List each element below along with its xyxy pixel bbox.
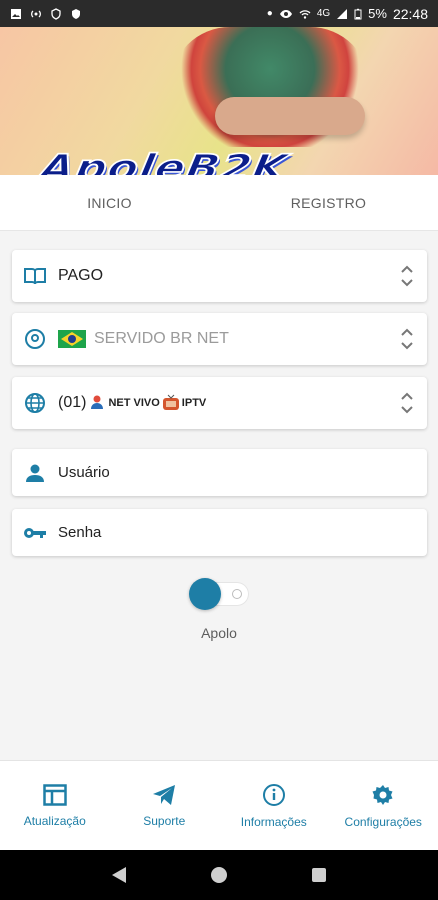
telegram-icon <box>153 784 176 805</box>
toggle-label: Apolo <box>201 625 237 641</box>
back-icon[interactable] <box>111 866 127 884</box>
eye-icon <box>279 9 292 18</box>
network-prefix: (01) <box>58 394 87 411</box>
network-name-1: NET VIVO <box>108 397 160 409</box>
username-input[interactable]: Usuário <box>58 464 110 481</box>
bottom-navigation: Atualização Suporte Informações Configur… <box>0 760 438 850</box>
person-emoji-icon <box>91 395 104 409</box>
server-select[interactable]: SERVIDO BR NET <box>12 313 427 365</box>
info-icon <box>262 783 285 806</box>
tab-registro[interactable]: REGISTRO <box>219 175 438 230</box>
home-icon[interactable] <box>210 866 228 884</box>
brazil-flag-icon <box>58 330 86 348</box>
apolo-toggle[interactable] <box>189 578 249 610</box>
nav-label: Suporte <box>143 813 186 828</box>
nav-informacoes[interactable]: Informações <box>219 761 329 850</box>
network-select[interactable]: (01) NET VIVO IPTV <box>12 377 427 429</box>
signal-icon <box>337 8 348 19</box>
app-logo: ApoleB2K <box>36 146 292 175</box>
key-icon <box>12 526 58 540</box>
nav-label: Configurações <box>344 814 422 829</box>
password-input[interactable]: Senha <box>58 524 101 541</box>
nav-label: Informações <box>240 814 307 829</box>
username-field[interactable]: Usuário <box>12 449 427 496</box>
clock: 22:48 <box>392 5 428 22</box>
gear-icon <box>372 784 393 805</box>
globe-icon <box>12 392 58 414</box>
chevron-up-down-icon <box>387 326 427 352</box>
plan-select[interactable]: PAGO <box>12 250 427 302</box>
tv-emoji-icon <box>162 394 179 410</box>
location-pin-icon <box>12 328 58 350</box>
image-notification-icon <box>11 8 21 19</box>
system-navigation-bar <box>0 850 438 900</box>
header-banner: ApoleB2K <box>0 27 438 175</box>
network-type: 4G <box>316 8 331 19</box>
dot-icon: ● <box>266 8 273 19</box>
network-name-2: IPTV <box>181 397 207 409</box>
tab-inicio[interactable]: INICIO <box>0 175 219 230</box>
banner-hand-artwork <box>215 97 365 135</box>
server-value: SERVIDO BR NET <box>94 330 229 347</box>
nav-label: Atualização <box>23 813 86 828</box>
chevron-up-down-icon <box>387 263 427 289</box>
battery-percent: 5% <box>368 6 387 21</box>
apolo-toggle-group: Apolo <box>0 578 438 641</box>
wifi-icon <box>299 9 311 19</box>
status-bar: ● 4G 5% 22:48 <box>0 0 438 27</box>
chevron-up-down-icon <box>387 390 427 416</box>
recents-icon[interactable] <box>311 867 327 883</box>
tab-bar: INICIO REGISTRO <box>0 175 438 231</box>
nav-configuracoes[interactable]: Configurações <box>329 761 438 850</box>
toggle-thumb[interactable] <box>189 578 221 610</box>
user-icon <box>12 463 58 483</box>
plan-value: PAGO <box>58 267 104 284</box>
update-icon <box>43 783 67 806</box>
password-field[interactable]: Senha <box>12 509 427 556</box>
shield-icon <box>51 7 61 20</box>
shield-filled-icon <box>72 8 80 19</box>
battery-icon <box>354 8 362 19</box>
book-icon <box>12 266 58 286</box>
toggle-off-indicator <box>232 589 242 599</box>
nav-atualizacao[interactable]: Atualização <box>0 761 110 850</box>
hotspot-icon <box>31 10 41 17</box>
nav-suporte[interactable]: Suporte <box>110 761 220 850</box>
